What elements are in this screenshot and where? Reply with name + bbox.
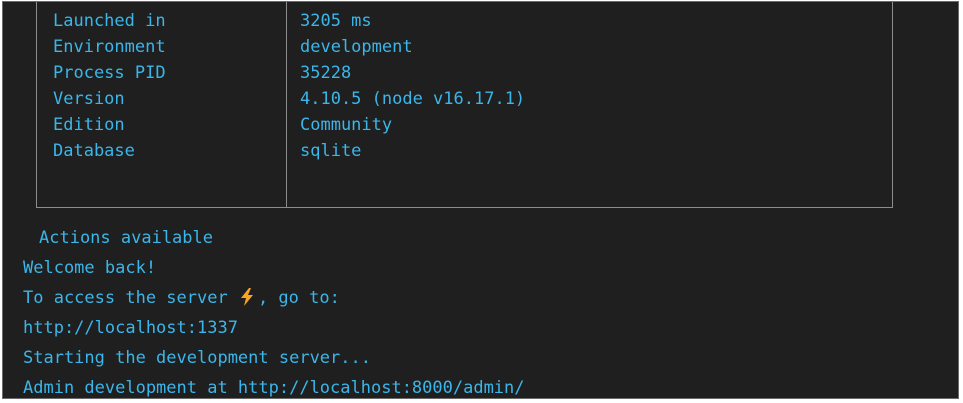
row-value: 35228 (300, 63, 352, 83)
row-key: Edition (53, 115, 125, 135)
access-suffix: , go to: (257, 288, 340, 308)
row-value: development (300, 37, 413, 57)
welcome-line: Welcome back! (23, 258, 157, 278)
row-key: Launched in (53, 11, 166, 31)
admin-url-line[interactable]: Admin development at http://localhost:80… (23, 378, 525, 398)
server-info-table: Launched in 3205 ms Environment developm… (36, 2, 893, 208)
row-value: sqlite (300, 141, 362, 161)
table-row: Process PID 35228 (36, 60, 893, 86)
lightning-bolt-icon (240, 288, 253, 306)
row-key: Version (53, 89, 125, 109)
row-value: 4.10.5 (node v16.17.1) (300, 89, 526, 109)
terminal-panel[interactable]: Launched in 3205 ms Environment developm… (2, 1, 959, 399)
table-row: Environment development (36, 34, 893, 60)
starting-line: Starting the development server... (23, 348, 371, 368)
actions-heading: Actions available (39, 228, 213, 248)
row-key: Process PID (53, 63, 166, 83)
table-row: Edition Community (36, 112, 893, 138)
table-row: Database sqlite (36, 138, 893, 164)
row-value: Community (300, 115, 393, 135)
table-border-bottom (36, 207, 893, 208)
table-row: Version 4.10.5 (node v16.17.1) (36, 86, 893, 112)
table-row: Launched in 3205 ms (36, 8, 893, 34)
server-url-line[interactable]: http://localhost:1337 (23, 318, 238, 338)
row-value: 3205 ms (300, 11, 372, 31)
row-key: Environment (53, 37, 166, 57)
row-key: Database (53, 141, 135, 161)
access-line: To access the server , go to: (23, 288, 340, 308)
access-prefix: To access the server (23, 288, 228, 308)
